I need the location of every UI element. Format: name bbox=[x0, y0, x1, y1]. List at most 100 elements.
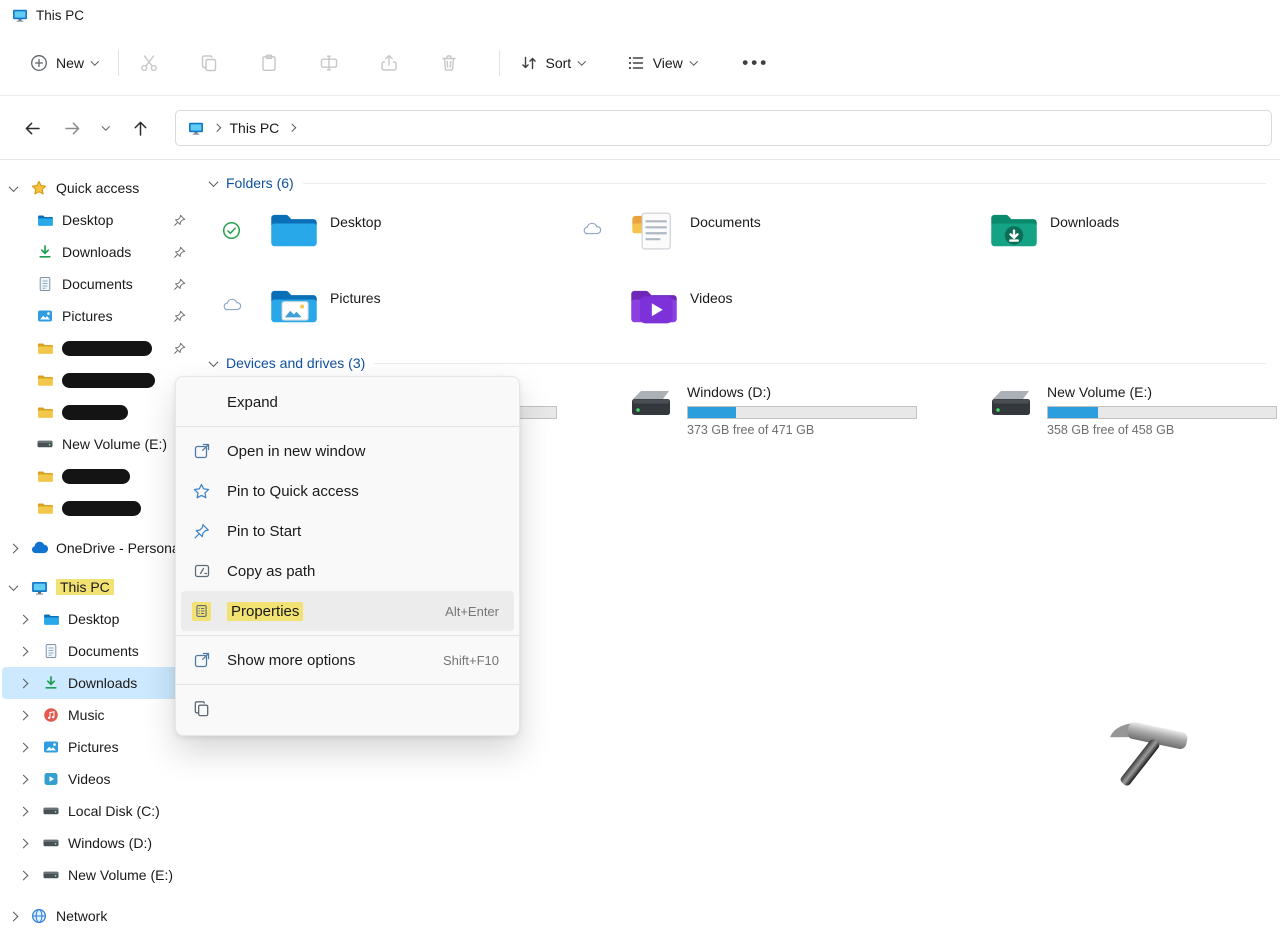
sidebar-item-pc-new-volume-e[interactable]: New Volume (E:) bbox=[2, 859, 194, 891]
title-bar: This PC bbox=[0, 0, 1280, 30]
sidebar-item-pictures[interactable]: Pictures bbox=[2, 300, 194, 332]
drive-tile-new-volume-e[interactable]: New Volume (E:) 358 GB free of 458 GB bbox=[942, 382, 1280, 444]
sidebar-item-pc-music[interactable]: Music bbox=[2, 699, 194, 731]
menu-item-copy-as-path[interactable]: Copy as path bbox=[181, 551, 514, 591]
menu-item-properties[interactable]: Properties Alt+Enter bbox=[181, 591, 514, 631]
sidebar-item-pc-videos[interactable]: Videos bbox=[2, 763, 194, 795]
folder-tile-desktop[interactable]: Desktop bbox=[222, 206, 562, 264]
copy-button[interactable] bbox=[189, 43, 229, 83]
folder-icon bbox=[37, 501, 54, 516]
paste-button[interactable] bbox=[249, 43, 289, 83]
open-new-window-icon bbox=[192, 442, 211, 461]
chevron-right-icon bbox=[213, 124, 221, 132]
sidebar-item-redacted[interactable] bbox=[2, 492, 194, 524]
drive-icon bbox=[43, 835, 59, 851]
sync-complete-icon bbox=[222, 221, 241, 240]
drive-icon bbox=[37, 436, 53, 452]
folder-icon bbox=[37, 373, 54, 388]
shortcut-label: Alt+Enter bbox=[445, 604, 499, 619]
copy-icon bbox=[199, 53, 219, 73]
recent-locations-button[interactable] bbox=[92, 110, 120, 146]
sort-icon bbox=[520, 54, 538, 72]
sidebar-item-downloads[interactable]: Downloads bbox=[2, 236, 194, 268]
chevron-right-icon bbox=[18, 774, 28, 784]
sidebar-item-quick-access[interactable]: Quick access bbox=[2, 172, 194, 204]
chevron-down-icon bbox=[91, 57, 99, 65]
sort-button[interactable]: Sort bbox=[510, 45, 595, 81]
view-button[interactable]: View bbox=[617, 45, 707, 81]
sidebar-item-redacted[interactable] bbox=[2, 332, 194, 364]
folder-icon bbox=[37, 405, 54, 420]
forward-button[interactable] bbox=[52, 110, 92, 146]
folder-name: Videos bbox=[690, 290, 733, 306]
toolbar-divider bbox=[499, 50, 500, 76]
menu-item-show-more-options[interactable]: Show more options Shift+F10 bbox=[181, 640, 514, 680]
folder-tile-downloads[interactable]: Downloads bbox=[942, 206, 1280, 264]
pin-icon bbox=[192, 522, 211, 541]
folders-group-header[interactable]: Folders (6) bbox=[210, 174, 1266, 192]
folder-tile-documents[interactable]: Documents bbox=[582, 206, 922, 264]
window-title: This PC bbox=[36, 8, 84, 23]
redacted-label bbox=[62, 373, 155, 388]
menu-item-pin-to-start[interactable]: Pin to Start bbox=[181, 511, 514, 551]
folder-tile-videos[interactable]: Videos bbox=[582, 282, 922, 340]
new-button-label: New bbox=[56, 55, 84, 71]
menu-separator bbox=[176, 426, 519, 427]
cloud-status-icon bbox=[222, 297, 243, 312]
menu-item-pin-to-quick-access[interactable]: Pin to Quick access bbox=[181, 471, 514, 511]
sidebar-item-documents[interactable]: Documents bbox=[2, 268, 194, 300]
sidebar-item-redacted[interactable] bbox=[2, 364, 194, 396]
share-button[interactable] bbox=[369, 43, 409, 83]
menu-item-open-in-new-window[interactable]: Open in new window bbox=[181, 431, 514, 471]
back-icon bbox=[23, 119, 42, 138]
sidebar-item-onedrive[interactable]: OneDrive - Personal bbox=[2, 532, 194, 564]
sidebar-item-this-pc[interactable]: This PC bbox=[2, 571, 194, 603]
more-options-button[interactable]: ••• bbox=[732, 45, 779, 81]
sidebar-item-pc-pictures[interactable]: Pictures bbox=[2, 731, 194, 763]
menu-item-copy[interactable] bbox=[181, 689, 514, 727]
document-icon bbox=[37, 276, 53, 292]
downloads-folder-icon bbox=[988, 208, 1040, 252]
cloud-status-icon bbox=[582, 221, 603, 236]
forward-icon bbox=[63, 119, 82, 138]
collapse-chevron-icon[interactable] bbox=[209, 357, 219, 367]
sidebar-item-pc-local-disk-c[interactable]: Local Disk (C:) bbox=[2, 795, 194, 827]
address-bar[interactable]: This PC bbox=[175, 110, 1272, 146]
command-toolbar: New Sort View ••• bbox=[0, 30, 1280, 96]
chevron-right-icon bbox=[18, 678, 28, 688]
sidebar-item-new-volume-e[interactable]: New Volume (E:) bbox=[2, 428, 194, 460]
sidebar-item-pc-desktop[interactable]: Desktop bbox=[2, 603, 194, 635]
chevron-right-icon bbox=[18, 614, 28, 624]
devices-group-header[interactable]: Devices and drives (3) bbox=[210, 354, 1266, 372]
plus-icon bbox=[30, 54, 48, 72]
folder-tile-pictures[interactable]: Pictures bbox=[222, 282, 562, 340]
documents-folder-icon bbox=[628, 208, 680, 252]
back-button[interactable] bbox=[12, 110, 52, 146]
sidebar-item-pc-windows-d[interactable]: Windows (D:) bbox=[2, 827, 194, 859]
delete-button[interactable] bbox=[429, 43, 469, 83]
menu-item-expand[interactable]: Expand bbox=[181, 382, 514, 422]
sidebar-item-desktop[interactable]: Desktop bbox=[2, 204, 194, 236]
chevron-right-icon bbox=[18, 870, 28, 880]
sidebar-item-network[interactable]: Network bbox=[2, 900, 194, 928]
rename-icon bbox=[319, 53, 339, 73]
group-divider bbox=[303, 183, 1266, 184]
rename-button[interactable] bbox=[309, 43, 349, 83]
shortcut-label: Shift+F10 bbox=[443, 653, 499, 668]
breadcrumb[interactable]: This PC bbox=[230, 120, 280, 136]
collapse-chevron-icon[interactable] bbox=[209, 177, 219, 187]
folder-icon bbox=[37, 213, 54, 228]
chevron-right-icon bbox=[8, 911, 18, 921]
drive-tile-windows-d[interactable]: Windows (D:) 373 GB free of 471 GB bbox=[582, 382, 924, 444]
sidebar-item-redacted[interactable] bbox=[2, 396, 194, 428]
sidebar-item-pc-documents[interactable]: Documents bbox=[2, 635, 194, 667]
sidebar-item-redacted[interactable] bbox=[2, 460, 194, 492]
new-button[interactable]: New bbox=[20, 45, 108, 81]
cut-button[interactable] bbox=[129, 43, 169, 83]
redacted-label bbox=[62, 405, 128, 420]
sidebar-item-pc-downloads[interactable]: Downloads bbox=[2, 667, 194, 699]
up-button[interactable] bbox=[120, 110, 160, 146]
copy-icon bbox=[192, 699, 211, 718]
star-icon bbox=[192, 482, 211, 501]
navigation-bar: This PC bbox=[0, 96, 1280, 160]
